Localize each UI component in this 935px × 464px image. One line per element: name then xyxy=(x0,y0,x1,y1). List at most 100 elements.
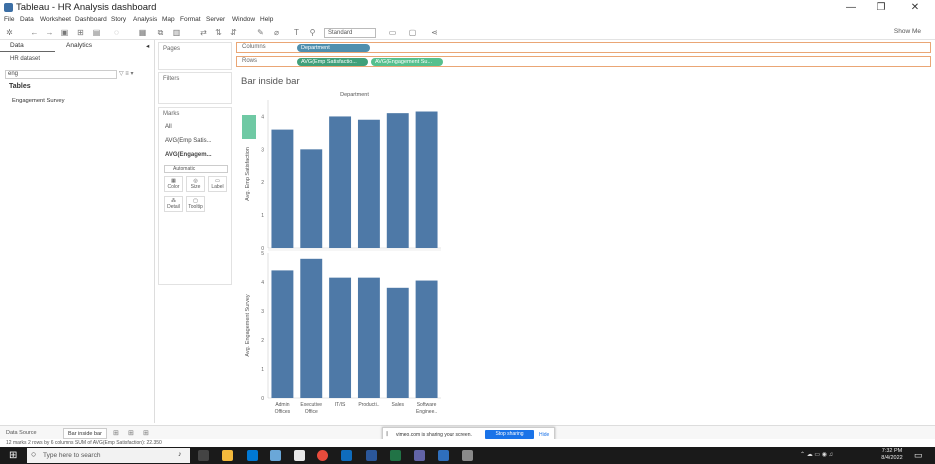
taskbar-search-box[interactable]: ○ Type here to search ♪ xyxy=(27,448,190,463)
field-search-input[interactable]: eng xyxy=(5,70,117,79)
selection-highlight xyxy=(242,115,256,139)
mail-icon[interactable] xyxy=(247,450,258,461)
data-tab[interactable]: Data xyxy=(10,42,24,49)
notepad-icon[interactable] xyxy=(294,450,305,461)
label-button[interactable]: ▭ Label xyxy=(208,176,227,192)
y-tick-label: 2 xyxy=(261,338,264,344)
columns-shelf[interactable]: Columns Department xyxy=(236,42,931,53)
marks-avg-engagement[interactable]: AVG(Engagem... xyxy=(165,152,212,158)
tableau-taskbar-icon[interactable] xyxy=(270,450,281,461)
avg-engagement-survey-pill[interactable]: AVG(Engagement Su... xyxy=(371,58,443,66)
tooltip-button[interactable]: ▢ Tooltip xyxy=(186,196,205,212)
save-icon[interactable]: ▣ xyxy=(60,28,69,37)
menu-data[interactable]: Data xyxy=(20,16,34,23)
bar-chart[interactable]: Department01234Avg. Emp Satisfaction0123… xyxy=(236,88,446,420)
field-engagement-survey[interactable]: Engagement Survey xyxy=(12,98,65,104)
marks-all[interactable]: All xyxy=(165,124,172,130)
x-category-label: Admin xyxy=(275,402,289,408)
new-dashboard-icon[interactable]: ⊞ xyxy=(128,429,134,437)
menu-format[interactable]: Format xyxy=(180,16,201,23)
x-category-label: Producti.. xyxy=(358,402,379,408)
size-button[interactable]: ◎ Size xyxy=(186,176,205,192)
system-tray-icons[interactable]: ⌃ ☁ ▭ ◉ ♫ xyxy=(800,451,833,458)
menu-window[interactable]: Window xyxy=(232,16,255,23)
color-label: Color xyxy=(167,184,180,190)
minimize-button[interactable]: — xyxy=(836,1,866,14)
undo-icon[interactable]: ← xyxy=(30,28,39,37)
card-toggle-icon[interactable]: ▭ xyxy=(388,28,397,37)
pages-card[interactable]: Pages xyxy=(158,42,232,70)
outlook-icon[interactable] xyxy=(341,450,352,461)
department-pill[interactable]: Department xyxy=(297,44,370,52)
y-tick-label: 1 xyxy=(261,213,264,219)
clear-icon[interactable]: ▥ xyxy=(172,28,181,37)
menu-dashboard[interactable]: Dashboard xyxy=(75,16,107,23)
collapse-pane-icon[interactable]: ◂ xyxy=(146,42,149,50)
avg-emp-satisfaction-pill[interactable]: AVG(Emp Satisfactio... xyxy=(297,58,368,66)
x-category-label: Executive xyxy=(300,402,322,408)
label-icon[interactable]: T xyxy=(292,28,301,37)
mark-type-select[interactable]: Automatic xyxy=(164,165,228,173)
file-explorer-icon[interactable] xyxy=(222,450,233,461)
pin-icon[interactable]: ⚲ xyxy=(308,28,317,37)
menu-analysis[interactable]: Analysis xyxy=(133,16,157,23)
teams-icon[interactable] xyxy=(414,450,425,461)
presentation-icon[interactable]: ▢ xyxy=(408,28,417,37)
detail-label: Detail xyxy=(167,204,180,210)
highlight-icon[interactable]: ✎ xyxy=(256,28,265,37)
excel-icon[interactable] xyxy=(390,450,401,461)
sort-asc-icon[interactable]: ⇅ xyxy=(214,28,223,37)
menu-story[interactable]: Story xyxy=(111,16,126,23)
new-datasource-icon[interactable]: ⊞ xyxy=(76,28,85,37)
detail-button[interactable]: ⁂ Detail xyxy=(164,196,183,212)
datasource-name[interactable]: HR dataset xyxy=(10,56,40,62)
duplicate-icon[interactable]: ⧉ xyxy=(156,28,165,37)
filter-icon[interactable]: ▽ ≡ ▾ xyxy=(119,70,133,77)
filters-card[interactable]: Filters xyxy=(158,72,232,104)
analytics-tab[interactable]: Analytics xyxy=(66,42,92,49)
filters-card-title: Filters xyxy=(163,76,180,82)
sort-desc-icon[interactable]: ⇵ xyxy=(229,28,238,37)
maximize-button[interactable]: ❐ xyxy=(866,1,896,14)
menu-server[interactable]: Server xyxy=(206,16,225,23)
close-button[interactable]: ✕ xyxy=(900,1,930,14)
status-bar: 12 marks 2 rows by 6 columns SUM of AVG(… xyxy=(0,439,935,447)
sheet-tab-bar-inside-bar[interactable]: Bar inside bar xyxy=(63,428,107,439)
share-icon[interactable]: ⋖ xyxy=(430,28,439,37)
task-view-icon[interactable] xyxy=(198,450,209,461)
menu-help[interactable]: Help xyxy=(260,16,273,23)
pause-updates-icon[interactable]: ▤ xyxy=(92,28,101,37)
redo-icon[interactable]: → xyxy=(45,28,54,37)
menu-file[interactable]: File xyxy=(4,16,14,23)
menu-map[interactable]: Map xyxy=(162,16,175,23)
app-icon[interactable] xyxy=(438,450,449,461)
bar xyxy=(271,129,294,248)
swap-icon[interactable]: ⇄ xyxy=(199,28,208,37)
word-icon[interactable] xyxy=(366,450,377,461)
hide-button[interactable]: Hide xyxy=(539,432,549,438)
menu-worksheet[interactable]: Worksheet xyxy=(40,16,71,23)
windows-start-icon[interactable]: ⊞ xyxy=(9,450,20,461)
show-me-button[interactable]: Show Me xyxy=(894,28,921,35)
new-sheet-icon[interactable]: ⊞ xyxy=(113,429,119,437)
stop-sharing-button[interactable]: Stop sharing xyxy=(485,430,534,439)
group-icon[interactable]: ⌀ xyxy=(272,28,281,37)
toolbar: ✲ ← → ▣ ⊞ ▤ ◌ ▦ ⧉ ▥ ⇄ ⇅ ⇵ ✎ ⌀ T ⚲ Standa… xyxy=(0,25,935,40)
rows-shelf[interactable]: Rows AVG(Emp Satisfactio... AVG(Engageme… xyxy=(236,56,931,67)
clock-time[interactable]: 7:32 PM xyxy=(880,448,904,454)
y-tick-label: 5 xyxy=(261,251,264,257)
new-worksheet-icon[interactable]: ▦ xyxy=(138,28,147,37)
new-story-icon[interactable]: ⊞ xyxy=(143,429,149,437)
clock-date[interactable]: 8/4/2022 xyxy=(880,455,904,461)
color-button[interactable]: ▦ Color xyxy=(164,176,183,192)
fit-select[interactable]: Standard xyxy=(324,28,376,38)
active-tab-indicator xyxy=(0,51,55,52)
notification-icon[interactable]: ▭ xyxy=(914,450,923,461)
data-source-tab[interactable]: Data Source xyxy=(6,430,37,436)
label-label: Label xyxy=(211,184,224,190)
settings-icon[interactable] xyxy=(462,450,473,461)
chrome-icon[interactable] xyxy=(317,450,328,461)
marks-avg-emp-satisfaction[interactable]: AVG(Emp Satis... xyxy=(165,138,212,144)
refresh-icon[interactable]: ◌ xyxy=(112,28,121,37)
tableau-logo-icon[interactable]: ✲ xyxy=(5,28,14,37)
